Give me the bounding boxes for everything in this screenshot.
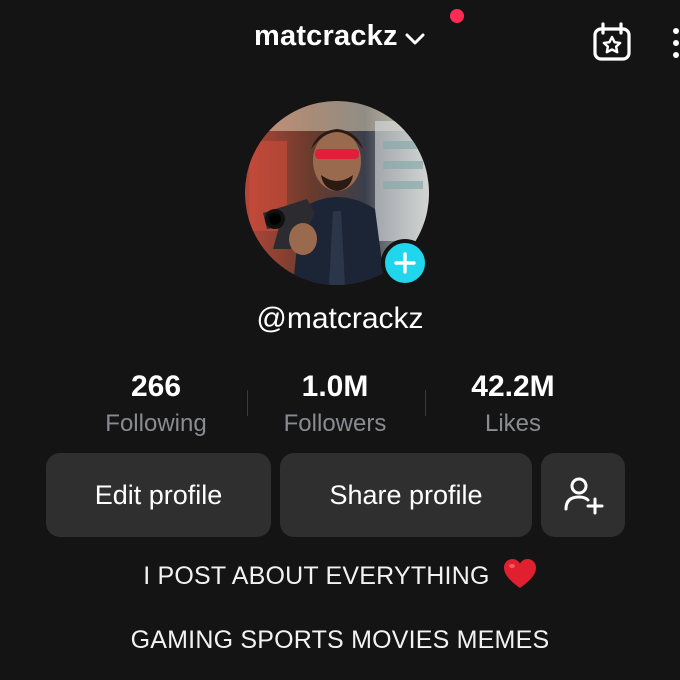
share-profile-label: Share profile bbox=[329, 479, 483, 510]
calendar-star-icon[interactable] bbox=[592, 22, 632, 62]
avatar-container[interactable] bbox=[245, 101, 429, 287]
stat-value: 42.2M bbox=[471, 370, 555, 403]
share-profile-button[interactable]: Share profile bbox=[280, 453, 532, 537]
stat-label: Following bbox=[105, 410, 207, 437]
stat-followers[interactable]: 1.0M Followers bbox=[245, 368, 425, 442]
chevron-down-icon[interactable] bbox=[404, 28, 426, 50]
top-bar: matcrackz bbox=[0, 0, 680, 80]
stat-following[interactable]: 266 Following bbox=[66, 368, 246, 442]
account-switcher[interactable]: matcrackz bbox=[254, 20, 426, 53]
bio-line-2: GAMING SPORTS MOVIES MEMES bbox=[130, 626, 550, 654]
bio-line-1: I POST ABOUT EVERYTHING bbox=[0, 558, 680, 591]
profile-handle: @matcrackz bbox=[256, 302, 424, 335]
stat-value: 1.0M bbox=[301, 370, 369, 403]
more-icon[interactable] bbox=[668, 26, 680, 60]
add-avatar-button[interactable] bbox=[381, 239, 429, 287]
stat-value: 266 bbox=[130, 370, 182, 403]
add-friend-button[interactable] bbox=[541, 453, 625, 537]
heart-emoji bbox=[503, 559, 536, 588]
stat-likes[interactable]: 42.2M Likes bbox=[423, 368, 603, 442]
bio-text-1: I POST ABOUT EVERYTHING bbox=[143, 562, 490, 590]
notification-dot bbox=[450, 9, 464, 23]
stat-label: Followers bbox=[283, 410, 387, 437]
stat-label: Likes bbox=[484, 410, 542, 437]
edit-profile-button[interactable]: Edit profile bbox=[46, 453, 271, 537]
username-title[interactable]: matcrackz bbox=[254, 20, 398, 53]
stats-row: 266 Following 1.0M Followers 42.2M Likes bbox=[66, 368, 606, 448]
edit-profile-label: Edit profile bbox=[94, 479, 223, 510]
add-friend-icon bbox=[564, 477, 604, 515]
plus-icon bbox=[394, 252, 416, 274]
